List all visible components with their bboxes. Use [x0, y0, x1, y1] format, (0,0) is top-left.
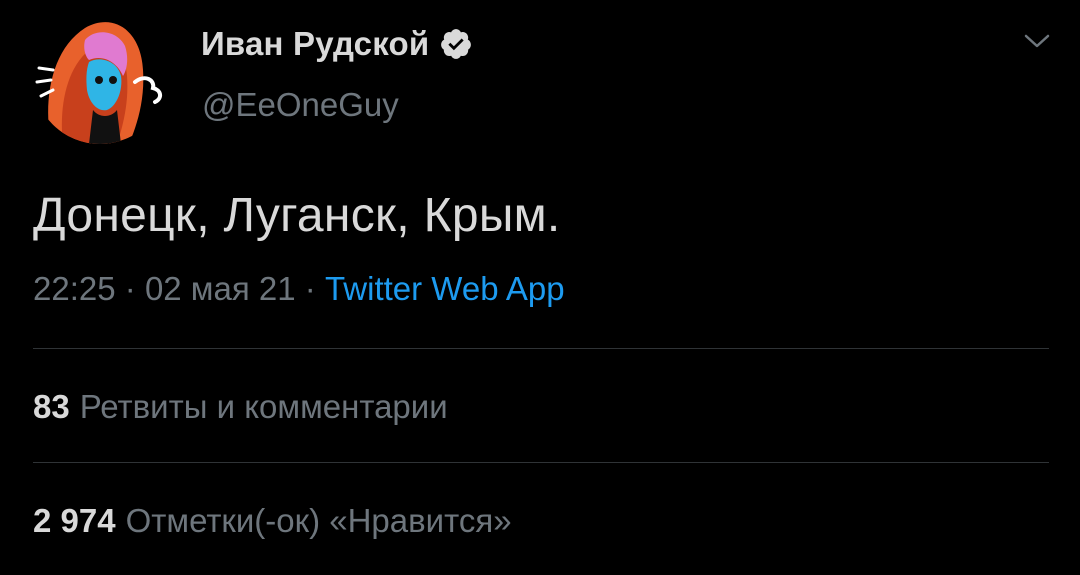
tweet-source-link[interactable]: Twitter Web App [325, 270, 565, 307]
tweet-text: Донецк, Луганск, Крым. [33, 189, 561, 242]
tweet-time[interactable]: 22:25 [33, 270, 116, 307]
likes-count: 2 974 [33, 502, 116, 539]
author-handle[interactable]: @EeOneGuy [202, 86, 399, 124]
avatar[interactable] [33, 10, 167, 144]
author-name-row[interactable]: Иван Рудской [201, 22, 473, 66]
retweets-count: 83 [33, 388, 70, 425]
likes-label: Отметки(-ок) «Нравится» [125, 502, 512, 539]
meta-separator: · [124, 270, 145, 307]
tweet-detail: Иван Рудской @EeOneGuy Донецк, Луганск, … [0, 0, 1080, 575]
likes-stat[interactable]: 2 974 Отметки(-ок) «Нравится» [33, 502, 512, 540]
divider [33, 348, 1049, 349]
tweet-date[interactable]: 02 мая 21 [145, 270, 296, 307]
retweets-label: Ретвиты и комментарии [79, 388, 448, 425]
retweets-stat[interactable]: 83 Ретвиты и комментарии [33, 388, 448, 426]
display-name[interactable]: Иван Рудской [201, 25, 429, 63]
meta-separator: · [304, 270, 325, 307]
tweet-meta: 22:25 · 02 мая 21 · Twitter Web App [33, 270, 565, 308]
chevron-down-icon[interactable] [1022, 30, 1052, 52]
divider [33, 462, 1049, 463]
verified-badge-icon [441, 29, 472, 59]
hooded-character-avatar-icon [33, 10, 167, 144]
